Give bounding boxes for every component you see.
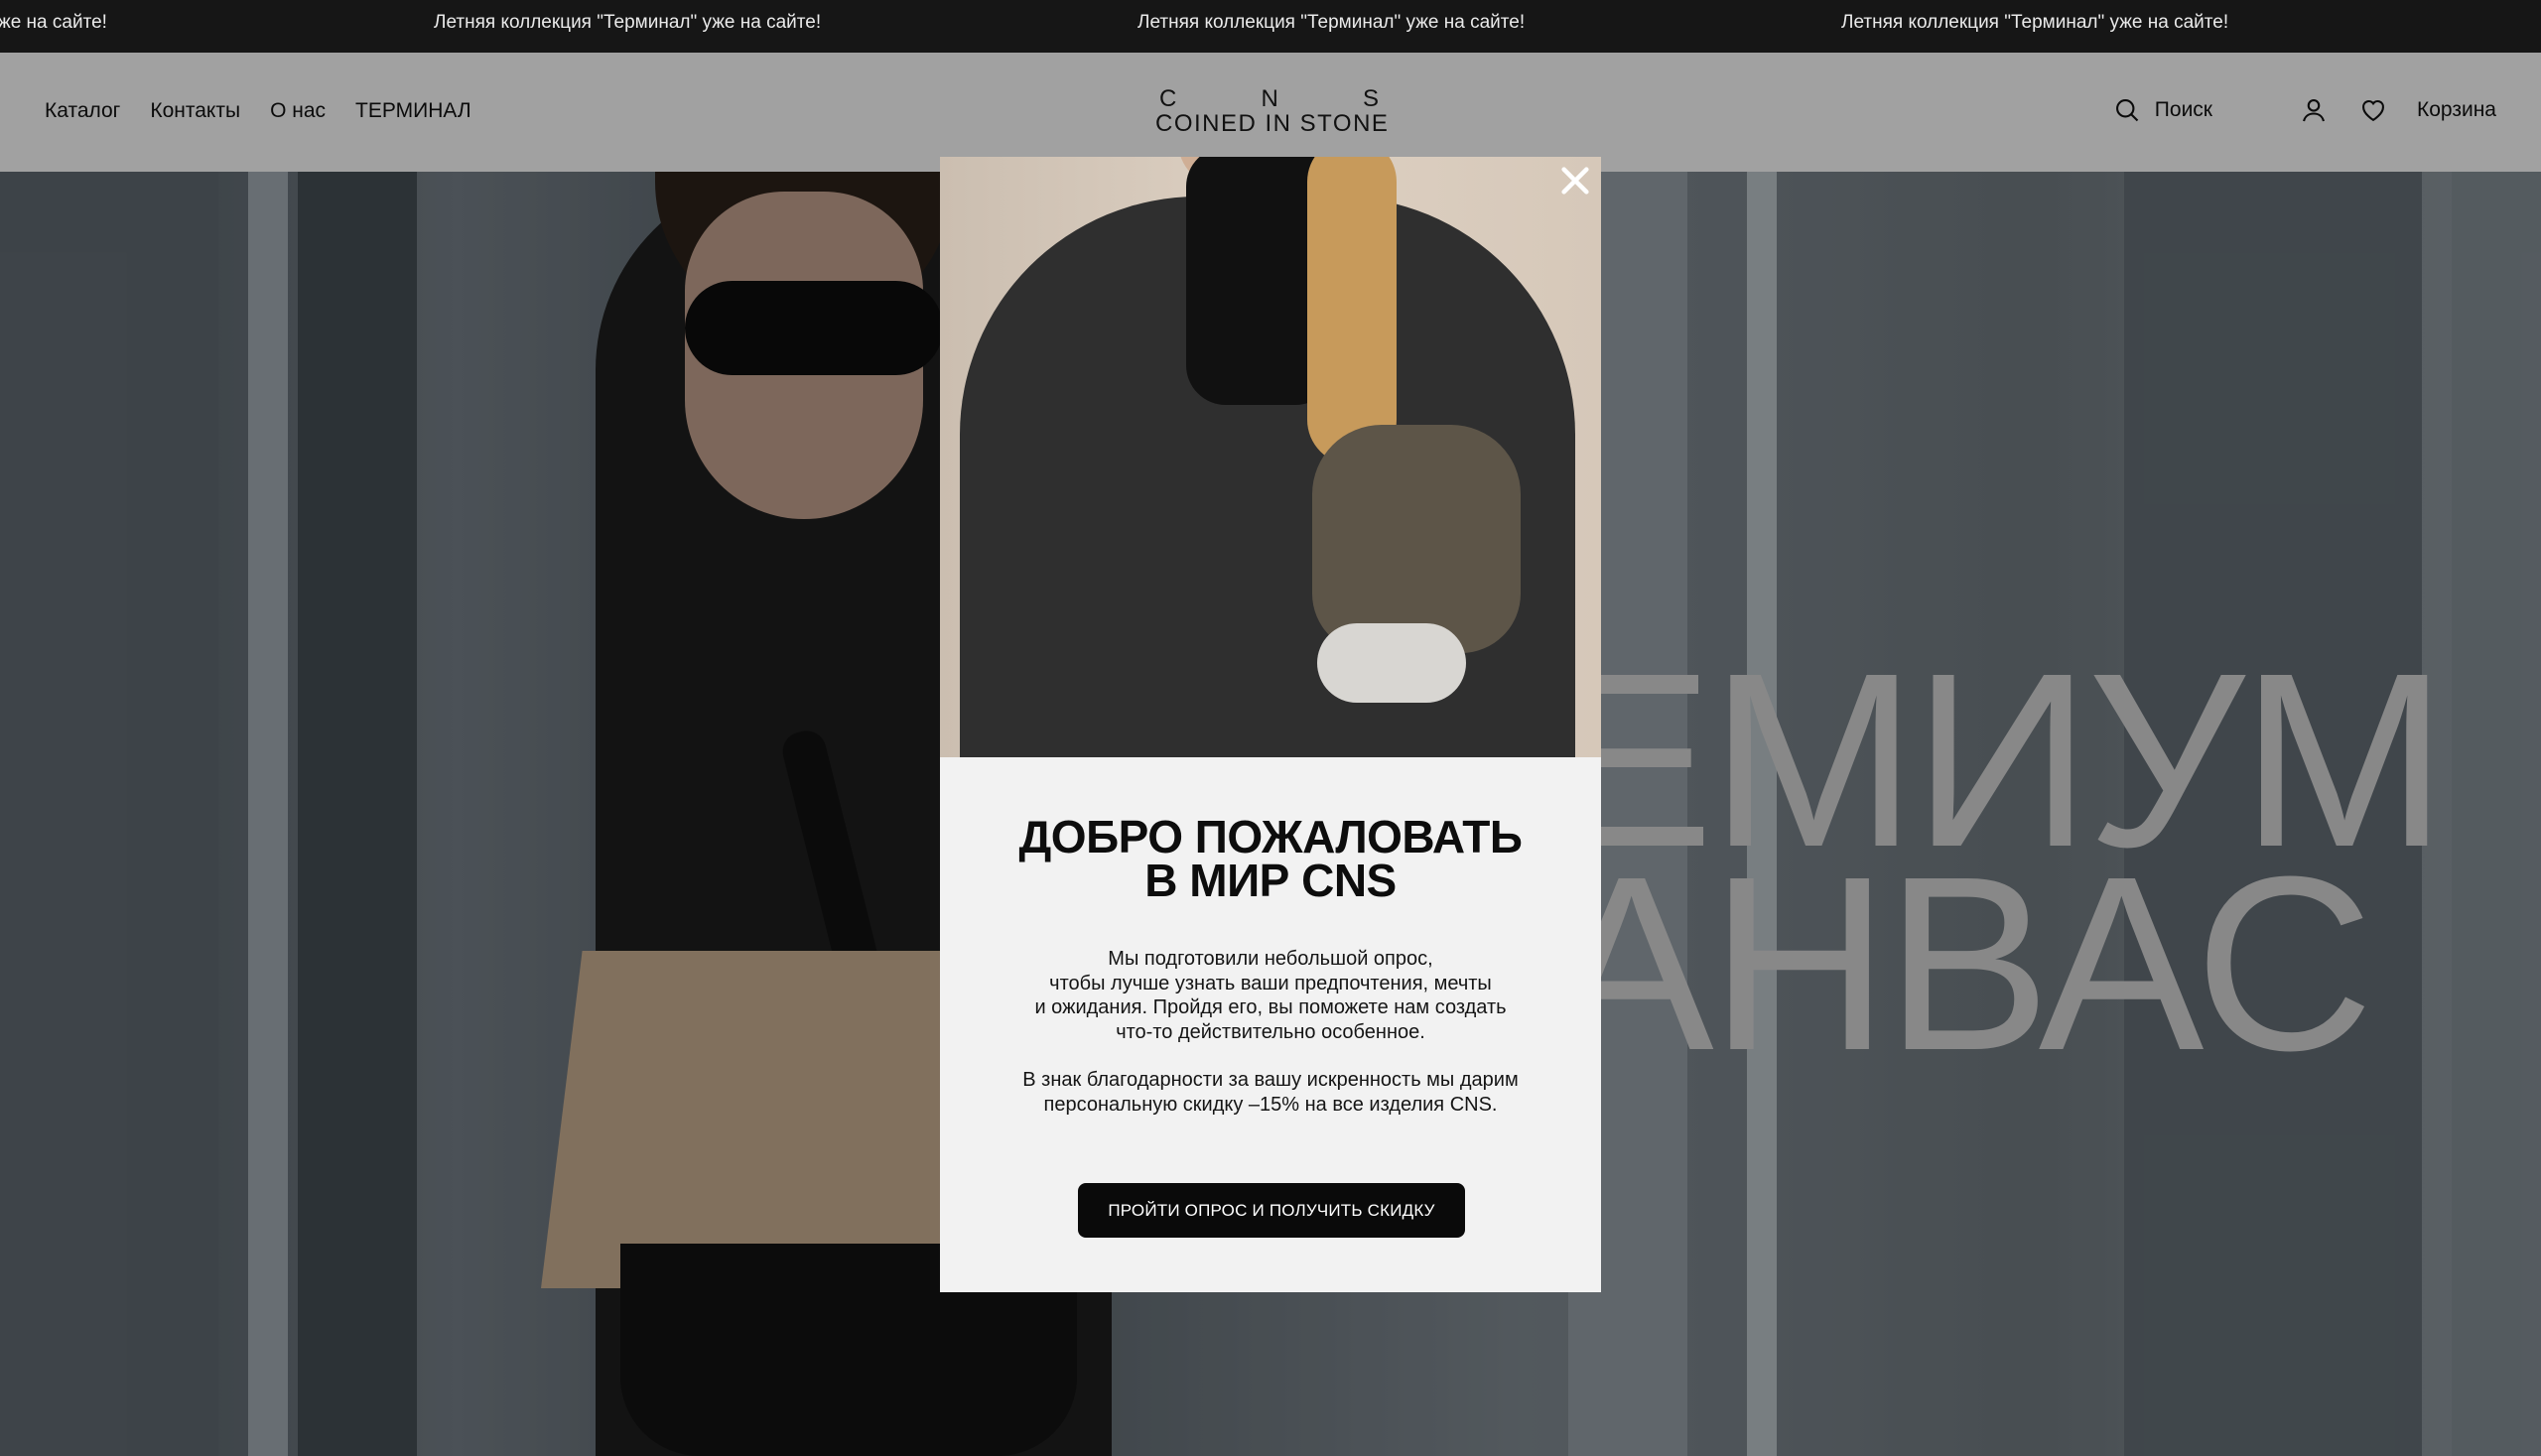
modal-image-bag: [1312, 425, 1521, 653]
announcement-bar: же на сайте! Летняя коллекция "Терминал"…: [0, 0, 2541, 53]
modal-image: [940, 157, 1601, 757]
modal-text-line: и ожидания. Пройдя его, вы поможете нам …: [1034, 996, 1507, 1018]
take-survey-button[interactable]: ПРОЙТИ ОПРОС И ПОЛУЧИТЬ СКИДКУ: [1078, 1183, 1465, 1238]
modal-description: Мы подготовили небольшой опрос, чтобы лу…: [940, 947, 1601, 1117]
announcement-text: Летняя коллекция "Терминал" уже на сайте…: [434, 12, 822, 33]
modal-text-line: персональную скидку –15% на все изделия …: [1043, 1093, 1498, 1116]
close-button[interactable]: [1553, 161, 1597, 204]
modal-title: ДОБРО ПОЖАЛОВАТЬ В МИР CNS: [940, 811, 1601, 906]
modal-body: ДОБРО ПОЖАЛОВАТЬ В МИР CNS Мы подготовил…: [940, 757, 1601, 1292]
modal-text-line: чтобы лучше узнать ваши предпочтения, ме…: [1049, 972, 1492, 994]
modal-title-line: В МИР CNS: [1144, 855, 1397, 906]
modal-text-line: Мы подготовили небольшой опрос,: [1108, 948, 1433, 970]
announcement-text: же на сайте!: [0, 12, 107, 33]
modal-text-line: что-то действительно особенное.: [1116, 1020, 1425, 1043]
announcement-text: Летняя коллекция "Терминал" уже на сайте…: [1137, 12, 1526, 33]
modal-text-line: В знак благодарности за вашу искренность…: [1022, 1069, 1519, 1091]
modal-title-line: ДОБРО ПОЖАЛОВАТЬ: [1018, 811, 1523, 862]
modal-image-glove: [1317, 623, 1466, 703]
welcome-modal: ДОБРО ПОЖАЛОВАТЬ В МИР CNS Мы подготовил…: [940, 157, 1601, 1292]
modal-image-hair: [1307, 157, 1397, 464]
announcement-text: Летняя коллекция "Терминал" уже на сайте…: [1841, 12, 2229, 33]
close-icon: [1558, 164, 1592, 202]
